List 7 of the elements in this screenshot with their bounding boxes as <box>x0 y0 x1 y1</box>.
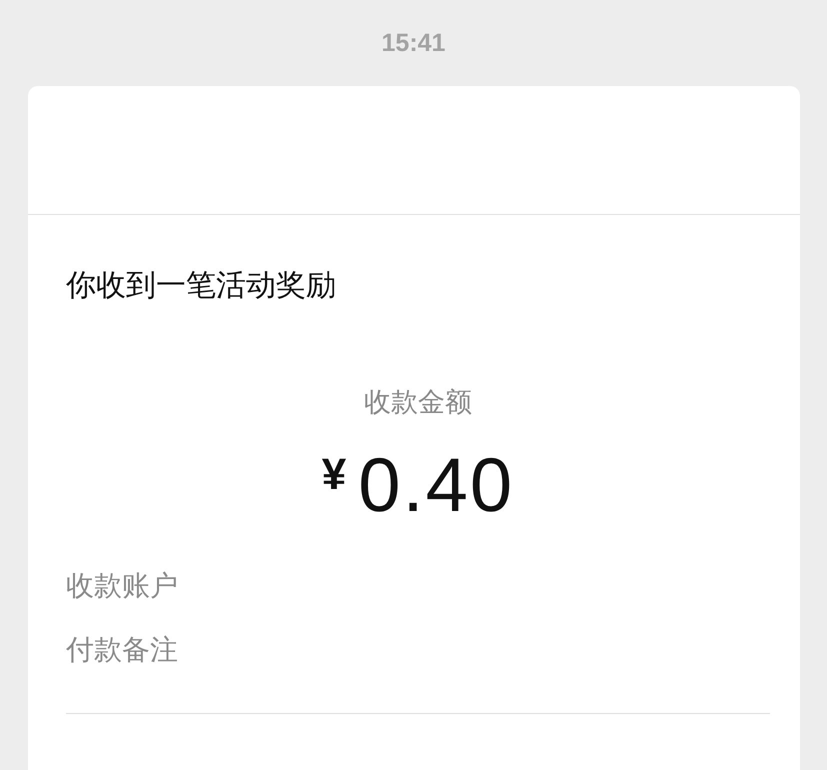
status-time: 15:41 <box>382 28 446 58</box>
amount-value: 0.40 <box>358 442 514 529</box>
field-label: 付款备注 <box>66 633 178 666</box>
notification-title: 你收到一笔活动奖励 <box>66 267 337 305</box>
currency-symbol: ¥ <box>322 450 346 500</box>
amount-label: 收款金额 <box>364 386 472 420</box>
field-label: 收款账户 <box>66 569 178 602</box>
